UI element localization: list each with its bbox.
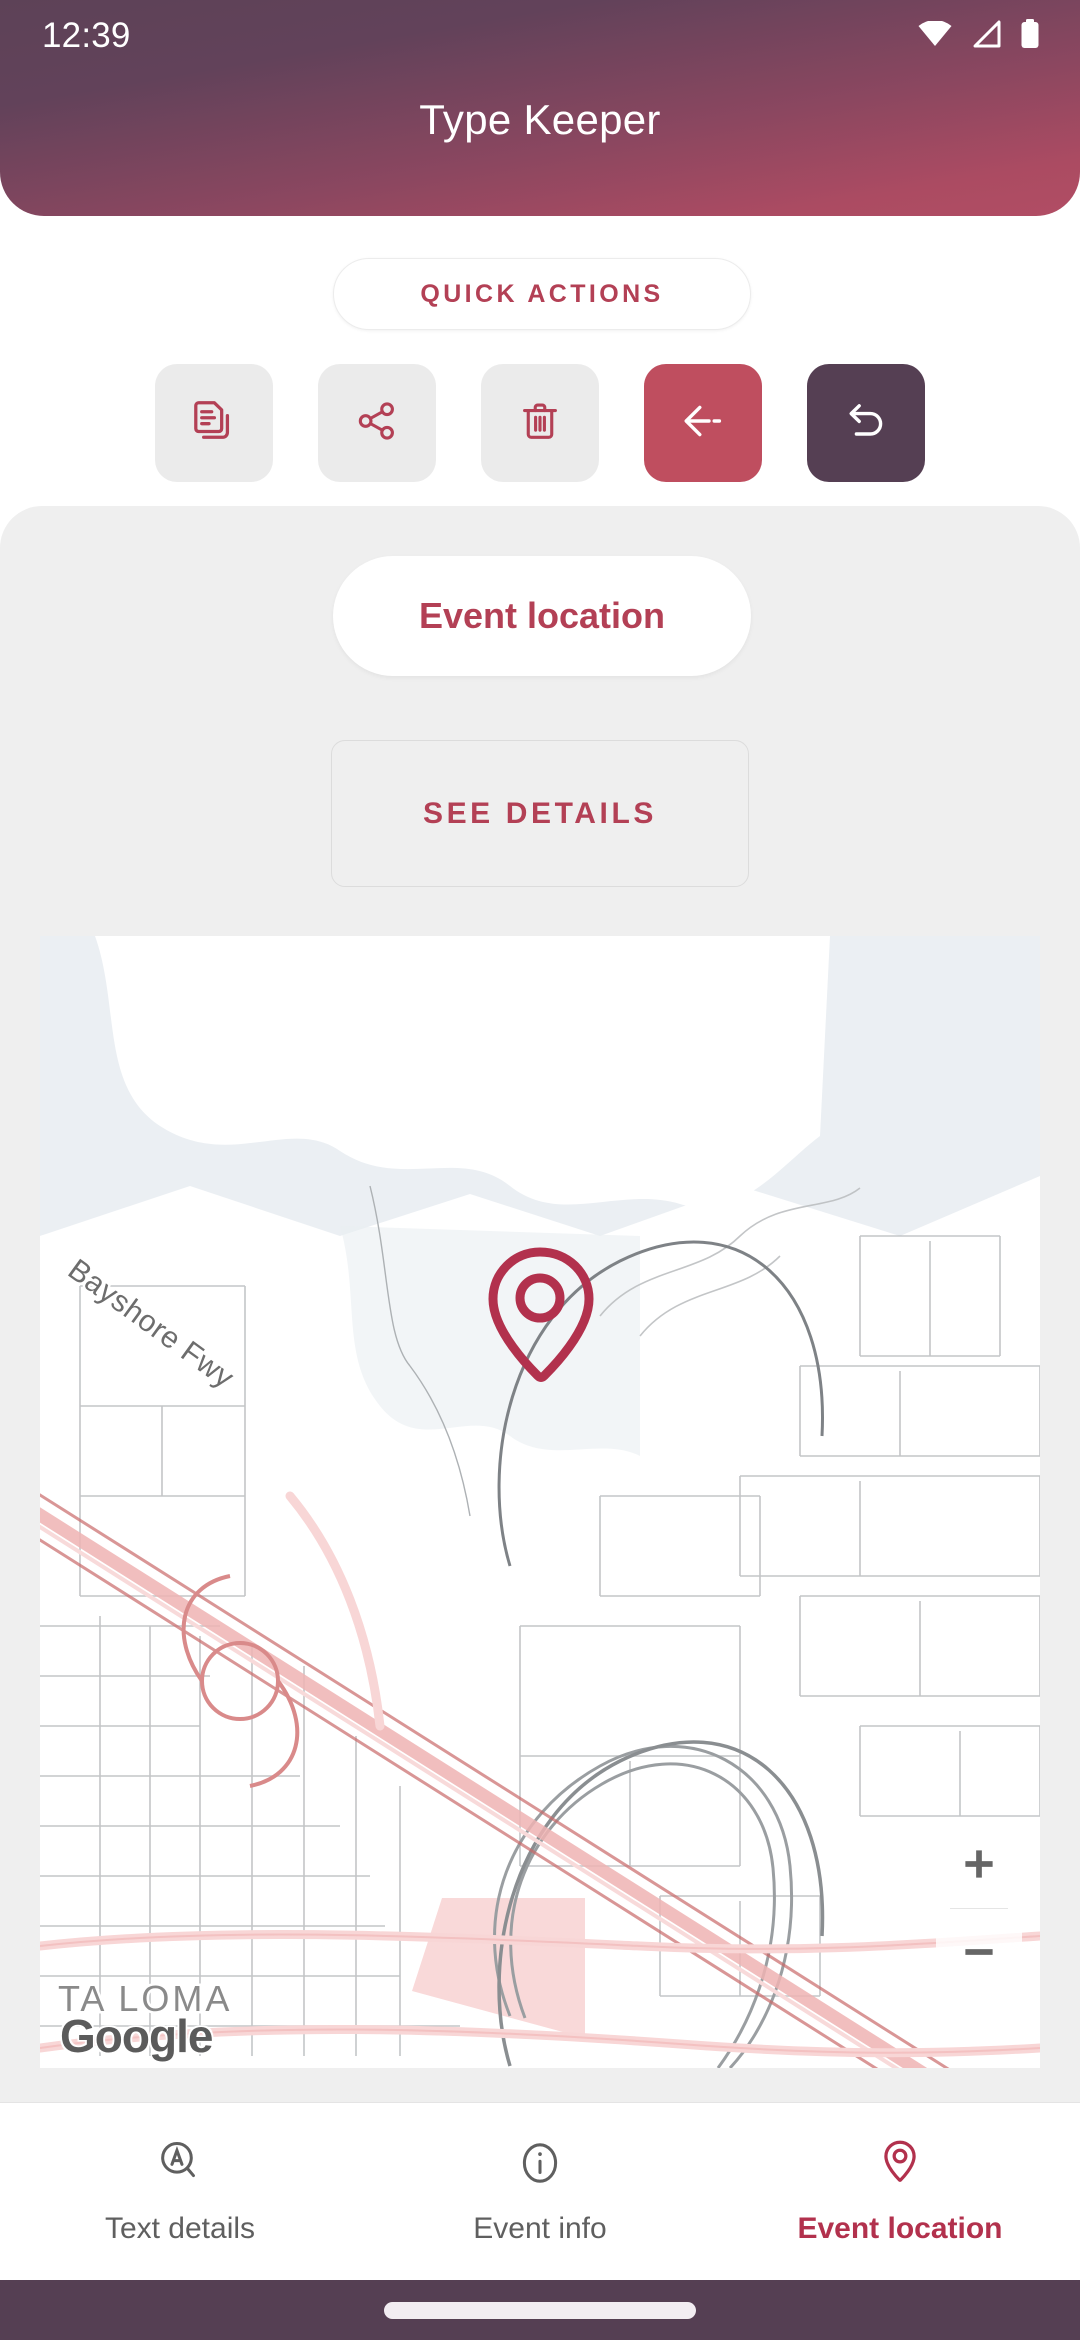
- battery-icon: [1020, 18, 1040, 54]
- app-bar: 12:39 Type Keeper: [0, 0, 1080, 216]
- undo-icon: [842, 397, 890, 450]
- google-logo: Google: [60, 2013, 213, 2059]
- nav-item-event-info[interactable]: Event info: [360, 2103, 720, 2280]
- quick-actions-chip[interactable]: QUICK ACTIONS: [333, 258, 751, 330]
- status-bar-clock: 12:39: [42, 16, 131, 55]
- google-logo-text: Google: [60, 2010, 213, 2062]
- nav-label-event-location: Event location: [797, 2212, 1003, 2245]
- plus-icon: [965, 1850, 993, 1878]
- back-arrow-icon: [679, 397, 727, 450]
- back-button[interactable]: [644, 364, 762, 482]
- map-view[interactable]: Bayshore Fwy TA LOMA Google: [40, 936, 1040, 2068]
- wifi-icon: [918, 19, 952, 52]
- status-bar: 12:39: [0, 0, 1080, 72]
- nav-item-text-details[interactable]: Text details: [0, 2103, 360, 2280]
- bottom-navigation: Text details Event info Event location: [0, 2102, 1080, 2280]
- nav-label-text-details: Text details: [104, 2212, 256, 2245]
- page-title: Type Keeper: [419, 96, 661, 143]
- quick-actions-row: [0, 364, 1080, 482]
- text-search-icon: [154, 2137, 206, 2194]
- nav-label-event-info: Event info: [473, 2212, 607, 2245]
- system-gesture-bar: [0, 2280, 1080, 2340]
- map-zoom-out-button[interactable]: [936, 1909, 1022, 1997]
- delete-button[interactable]: [481, 364, 599, 482]
- map-canvas: Bayshore Fwy TA LOMA: [40, 936, 1040, 2068]
- see-details-button[interactable]: SEE DETAILS: [331, 740, 749, 887]
- map-zoom-in-button[interactable]: [936, 1820, 1022, 1908]
- gesture-handle[interactable]: [384, 2302, 696, 2319]
- share-icon: [355, 399, 399, 448]
- event-location-chip[interactable]: Event location: [333, 556, 751, 676]
- nav-item-event-location[interactable]: Event location: [720, 2103, 1080, 2280]
- map-pin-icon: [874, 2137, 926, 2194]
- cellular-signal-icon: [970, 20, 1002, 53]
- minus-icon: [965, 1949, 993, 1956]
- copy-button[interactable]: [155, 364, 273, 482]
- share-button[interactable]: [318, 364, 436, 482]
- info-icon: [514, 2137, 566, 2194]
- delete-icon: [518, 399, 562, 448]
- status-bar-icons: [918, 18, 1040, 54]
- copy-icon: [191, 398, 237, 449]
- map-zoom-controls[interactable]: [936, 1820, 1022, 1996]
- undo-button[interactable]: [807, 364, 925, 482]
